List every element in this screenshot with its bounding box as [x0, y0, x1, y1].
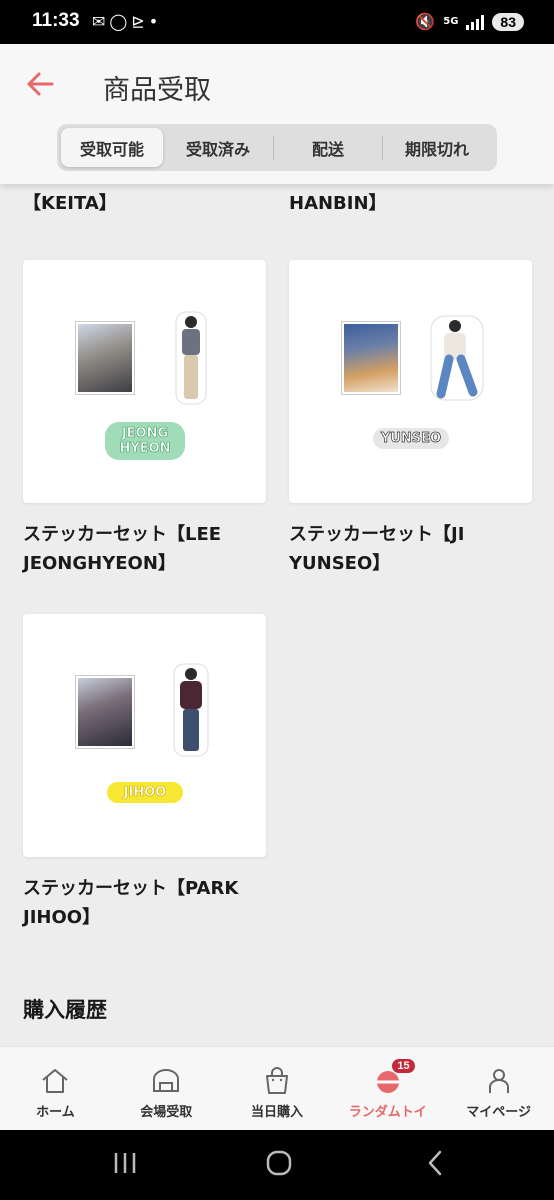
chat-bubble-icon: ◯	[109, 12, 132, 31]
product-list: ステッカーセット 【KEITA】 ステッカーセット【PARK HANBIN】 J…	[0, 184, 554, 1046]
photo-card	[342, 322, 400, 394]
figure-sticker	[430, 315, 484, 401]
back-button[interactable]	[22, 66, 62, 102]
name-sticker-text: JEONG HYEON	[105, 422, 185, 460]
product-image-park-jihoo[interactable]: JIHOO	[23, 614, 266, 857]
product-title-park-jihoo[interactable]: ステッカーセット【PARK JIHOO】	[23, 874, 273, 932]
shopping-bag-icon	[265, 1067, 288, 1094]
tab-expired[interactable]: 期限切れ	[383, 128, 491, 167]
bottom-nav: ホーム 会場受取 当日購入 15 ランダムトイ マイページ	[0, 1046, 554, 1130]
notification-icons: ✉◯⊵•	[92, 12, 162, 31]
nav-home[interactable]: ホーム	[0, 1047, 111, 1130]
name-sticker-text: JIHOO	[107, 782, 183, 803]
name-sticker-text: YUNSEO	[373, 428, 449, 449]
nav-label: ホーム	[36, 1105, 75, 1120]
nav-my-page[interactable]: マイページ	[443, 1047, 554, 1130]
nav-label: マイページ	[466, 1105, 531, 1120]
product-title-ji-yunseo[interactable]: ステッカーセット【JI YUNSEO】	[289, 520, 539, 578]
tab-received[interactable]: 受取済み	[163, 128, 273, 167]
network-label: 5G	[443, 15, 459, 27]
tab-receivable[interactable]: 受取可能	[61, 128, 163, 167]
nav-random-toy[interactable]: 15 ランダムトイ	[332, 1047, 443, 1130]
back-nav-icon[interactable]	[424, 1148, 446, 1178]
nav-label: 会場受取	[140, 1105, 193, 1120]
nav-label: 当日購入	[250, 1105, 303, 1120]
photo-card	[76, 322, 134, 394]
product-title-keita[interactable]: ステッカーセット 【KEITA】	[23, 184, 167, 218]
photo-card	[76, 676, 134, 748]
page-title: 商品受取	[103, 75, 211, 106]
mute-icon: 🔇	[415, 12, 436, 31]
nav-same-day-purchase[interactable]: 当日購入	[222, 1047, 333, 1130]
mail-icon: ✉	[92, 12, 110, 31]
nav-label: ランダムトイ	[348, 1105, 427, 1120]
home-icon	[42, 1069, 69, 1093]
tab-delivery[interactable]: 配送	[274, 128, 382, 167]
product-title-park-hanbin[interactable]: ステッカーセット【PARK HANBIN】	[289, 184, 504, 218]
recent-apps-icon[interactable]	[112, 1148, 138, 1178]
status-right: 🔇 5G 83	[415, 12, 524, 31]
signal-icon	[466, 14, 485, 30]
battery-indicator: 83	[492, 12, 524, 31]
tab-bar: 受取可能 受取済み 配送 期限切れ	[57, 124, 497, 171]
person-icon	[488, 1069, 509, 1093]
figure-sticker	[173, 663, 209, 757]
store-icon	[153, 1069, 180, 1092]
figure-sticker	[175, 311, 207, 405]
app-header: 商品受取 受取可能 受取済み 配送 期限切れ	[0, 44, 554, 184]
status-time: 11:33	[32, 10, 80, 31]
product-image-lee-jeonghyeon[interactable]: JEONG HYEON	[23, 260, 266, 503]
nav-venue-pickup[interactable]: 会場受取	[111, 1047, 222, 1130]
dot-icon: •	[148, 12, 163, 31]
product-image-ji-yunseo[interactable]: YUNSEO	[289, 260, 532, 503]
purchase-history-heading: 購入履歴	[23, 998, 107, 1022]
system-nav-bar	[0, 1130, 554, 1200]
product-title-lee-jeonghyeon[interactable]: ステッカーセット【LEE JEONGHYEON】	[23, 520, 273, 578]
home-circle-icon[interactable]	[265, 1148, 293, 1178]
notification-badge: 15	[392, 1059, 415, 1073]
back-arrow-icon	[27, 72, 54, 96]
app-icon: ⊵	[131, 12, 149, 31]
status-bar: 11:33 ✉◯⊵• 🔇 5G 83	[0, 0, 554, 44]
